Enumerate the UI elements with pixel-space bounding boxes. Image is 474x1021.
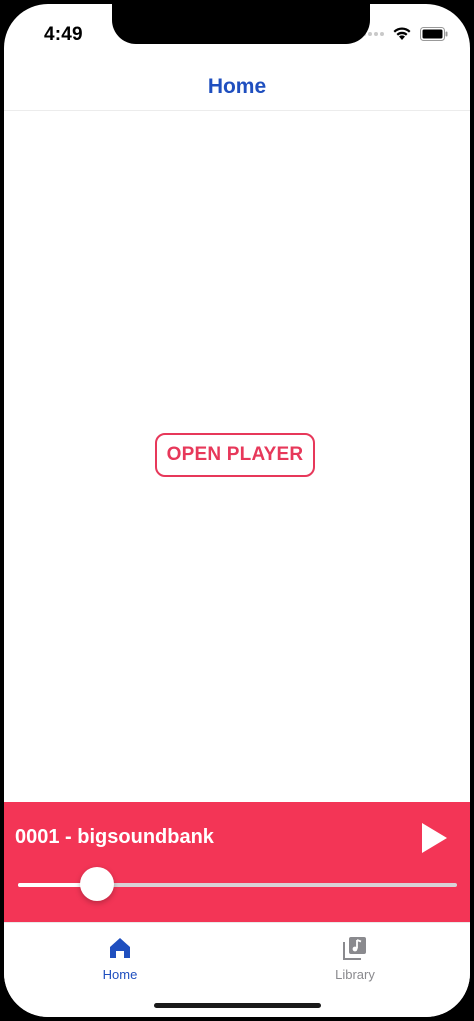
tab-bar: Home Library bbox=[4, 922, 470, 1017]
status-icons bbox=[362, 26, 448, 41]
wifi-icon bbox=[393, 27, 411, 40]
navigation-header: Home bbox=[4, 64, 470, 111]
status-time: 4:49 bbox=[44, 24, 83, 45]
track-title: 0001 - bigsoundbank bbox=[15, 826, 214, 848]
music-library-icon bbox=[343, 937, 366, 960]
progress-slider[interactable] bbox=[18, 867, 457, 901]
battery-icon bbox=[420, 26, 448, 41]
tab-home[interactable]: Home bbox=[70, 935, 170, 991]
tab-library[interactable]: Library bbox=[305, 935, 405, 991]
home-indicator bbox=[154, 1003, 321, 1008]
home-icon bbox=[110, 938, 130, 958]
mini-player[interactable]: 0001 - bigsoundbank bbox=[4, 802, 470, 922]
play-icon[interactable] bbox=[420, 822, 448, 854]
device-frame: 4:49 Home OPEN PLAYER 0001 - bigsoundban… bbox=[0, 0, 474, 1021]
progress-thumb[interactable] bbox=[80, 867, 114, 901]
app-screen: 4:49 Home OPEN PLAYER 0001 - bigsoundban… bbox=[4, 4, 470, 1017]
tab-home-label: Home bbox=[102, 967, 138, 982]
tab-library-label: Library bbox=[335, 967, 375, 982]
page-title: Home bbox=[207, 75, 267, 98]
device-notch bbox=[112, 4, 370, 44]
open-player-button[interactable]: OPEN PLAYER bbox=[155, 433, 315, 477]
